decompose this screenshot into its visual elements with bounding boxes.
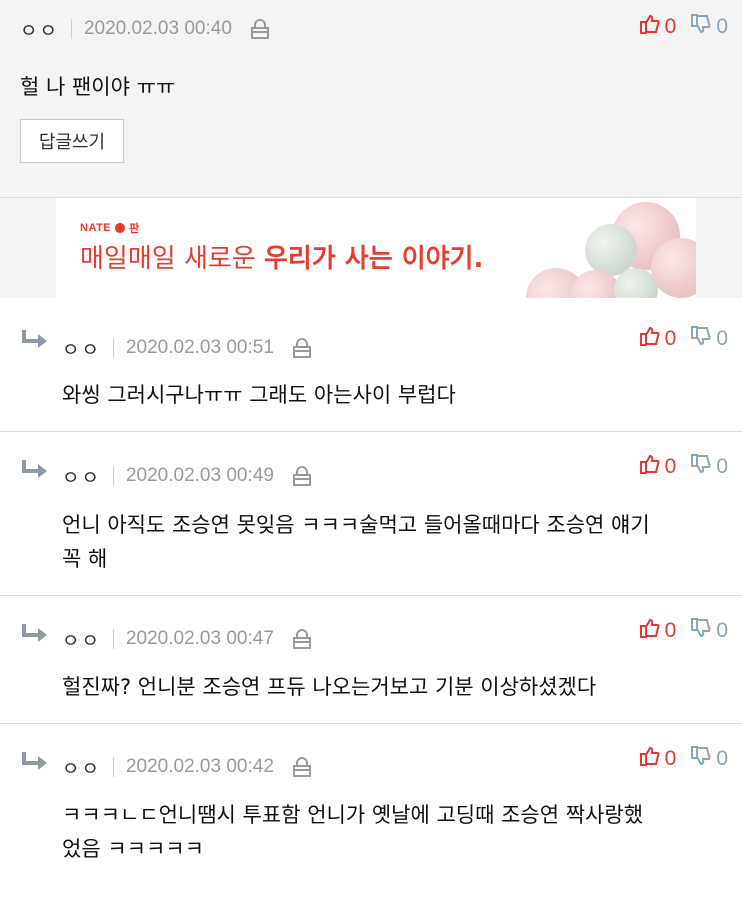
upvote-button[interactable]: 0 [639,453,677,481]
comment-text: 언니 아직도 조승연 못잊음 ㅋㅋㅋ술먹고 들어올때마다 조승연 얘기 꼭 해 [62,508,650,576]
ad-banner-area: NATE 판 매일매일 새로운 우리가 사는 이야기. [0,198,742,298]
comment-author[interactable]: ㅇㅇ [62,626,101,653]
comment-line: 언니 아직도 조승연 못잊음 ㅋㅋㅋ술먹고 들어올때마다 조승연 얘기 [62,513,650,537]
vote-group: 0 0 [639,744,728,774]
upvote-button[interactable]: 0 [639,325,677,353]
comment-author[interactable]: ㅇㅇ [20,16,59,43]
thumbs-down-icon [690,745,712,773]
comment-line: 었음 ㅋㅋㅋㅋㅋ [62,837,204,861]
downvote-button[interactable]: 0 [690,617,728,645]
upvote-button[interactable]: 0 [639,617,677,645]
downvote-button[interactable]: 0 [690,13,728,41]
downvote-button[interactable]: 0 [690,453,728,481]
lock-icon[interactable] [250,18,270,40]
vote-group: 0 0 [639,12,728,42]
lock-icon[interactable] [292,628,312,650]
brand-dot-icon [115,223,126,233]
comment-author[interactable]: ㅇㅇ [62,335,101,362]
upvote-count: 0 [664,327,677,350]
comment-text: 헐 나 팬이야 ㅠㅠ [20,75,176,99]
meta-divider [112,466,114,486]
downvote-button[interactable]: 0 [690,745,728,773]
thumbs-up-icon [639,325,661,353]
comment-date: 2020.02.03 00:47 [125,628,274,649]
reply-button[interactable]: 답글쓰기 [20,119,124,163]
reply-item: ㅇㅇ 2020.02.03 00:42 0 0 ㅋㅋㅋㄴㄷ언니땜시 투표함 언니… [0,724,742,904]
comment-line: ㅋㅋㅋㄴㄷ언니땜시 투표함 언니가 옛날에 고딩때 조승연 짝사랑했 [62,803,644,827]
meta-divider [70,19,72,39]
upvote-button[interactable]: 0 [639,745,677,773]
upvote-count: 0 [664,455,677,478]
upvote-count: 0 [664,15,677,38]
meta-divider [112,757,114,777]
ad-banner[interactable]: NATE 판 매일매일 새로운 우리가 사는 이야기. [56,198,696,298]
lock-icon[interactable] [292,756,312,778]
thumbs-down-icon [690,453,712,481]
comment-author[interactable]: ㅇㅇ [62,463,101,490]
downvote-count: 0 [716,15,728,38]
comment-text: ㅋㅋㅋㄴㄷ언니땜시 투표함 언니가 옛날에 고딩때 조승연 짝사랑했 었음 ㅋㅋ… [62,798,643,866]
comment-meta: ㅇㅇ 2020.02.03 00:47 [62,624,312,654]
vote-group: 0 0 [639,324,728,354]
downvote-count: 0 [716,747,728,770]
upvote-button[interactable]: 0 [639,13,677,41]
thumbs-down-icon [690,325,712,353]
top-comment: ㅇㅇ 2020.02.03 00:40 0 0 헐 나 팬이야 ㅠㅠ 답글쓰기 [0,0,742,198]
comment-date: 2020.02.03 00:49 [125,465,274,486]
comment-meta: ㅇㅇ 2020.02.03 00:40 [20,14,270,44]
comment-author[interactable]: ㅇㅇ [62,754,101,781]
thumbs-up-icon [639,13,661,41]
lock-icon[interactable] [292,465,312,487]
downvote-count: 0 [716,327,728,350]
reply-item: ㅇㅇ 2020.02.03 00:51 0 0 와씽 그러시구나ㅠㅠ 그래도 아… [0,298,742,432]
vote-group: 0 0 [639,452,728,482]
meta-divider [112,629,114,649]
thumbs-up-icon [639,745,661,773]
meta-divider [112,338,114,358]
lock-icon[interactable] [292,337,312,359]
downvote-count: 0 [716,455,728,478]
downvote-button[interactable]: 0 [690,325,728,353]
upvote-count: 0 [664,619,677,642]
comment-date: 2020.02.03 00:51 [125,337,274,358]
vote-group: 0 0 [639,616,728,646]
brand-logo: NATE 판 [80,222,140,235]
comment-text: 와씽 그러시구나ㅠㅠ 그래도 아는사이 부럽다 [62,383,456,407]
balloons-illustration [526,202,696,298]
thumbs-down-icon [690,617,712,645]
thumbs-up-icon [639,617,661,645]
comment-meta: ㅇㅇ 2020.02.03 00:49 [62,461,312,491]
comment-date: 2020.02.03 00:42 [125,756,274,777]
thumbs-up-icon [639,453,661,481]
comment-text: 헐진짜? 언니분 조승연 프듀 나오는거보고 기분 이상하셨겠다 [62,675,597,699]
comment-line: 꼭 해 [62,547,108,571]
upvote-count: 0 [664,747,677,770]
reply-arrow-icon [20,328,50,356]
reply-arrow-icon [20,622,50,650]
comment-date: 2020.02.03 00:40 [83,18,232,39]
reply-arrow-icon [20,750,50,778]
comment-meta: ㅇㅇ 2020.02.03 00:51 [62,333,312,363]
reply-arrow-icon [20,458,50,486]
reply-item: ㅇㅇ 2020.02.03 00:47 0 0 헐진짜? 언니분 조승연 프듀 … [0,596,742,724]
thumbs-down-icon [690,13,712,41]
banner-slogan: 매일매일 새로운 우리가 사는 이야기. [80,244,484,274]
reply-item: ㅇㅇ 2020.02.03 00:49 0 0 언니 아직도 조승연 못잊음 ㅋ… [0,432,742,596]
downvote-count: 0 [716,619,728,642]
comment-meta: ㅇㅇ 2020.02.03 00:42 [62,752,312,782]
